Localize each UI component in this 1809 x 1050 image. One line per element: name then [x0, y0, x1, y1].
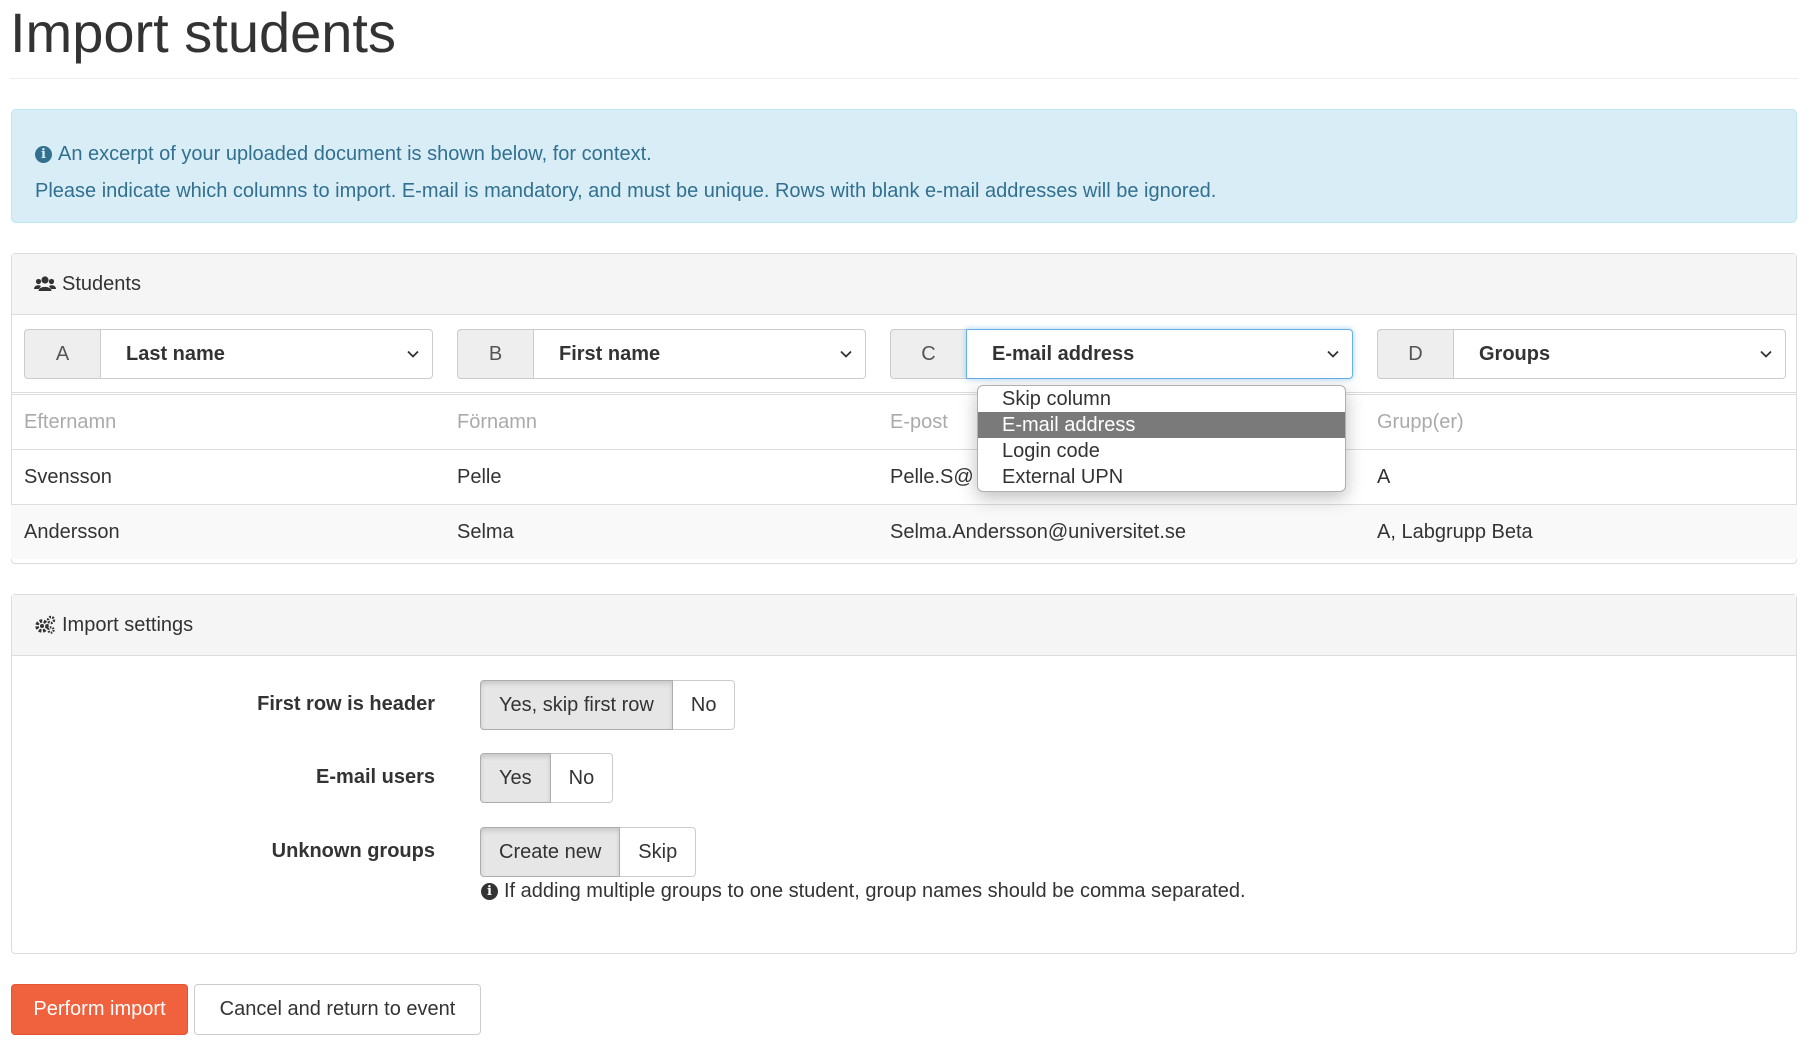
- column-letter: C: [890, 329, 966, 379]
- skip-button[interactable]: Skip: [620, 827, 697, 877]
- column-c-dropdown[interactable]: E-mail address: [966, 329, 1353, 379]
- chevron-down-icon: [407, 350, 419, 358]
- option-email-address[interactable]: E-mail address: [978, 412, 1345, 438]
- option-login-code[interactable]: Login code: [978, 438, 1345, 464]
- column-d-selector: D Groups: [1377, 329, 1786, 379]
- info-alert: i An excerpt of your uploaded document i…: [11, 109, 1797, 223]
- chevron-down-icon: [840, 350, 852, 358]
- option-skip-column[interactable]: Skip column: [978, 386, 1345, 412]
- column-b-value: First name: [559, 342, 661, 365]
- column-letter: B: [457, 329, 533, 379]
- cogs-icon: [35, 615, 56, 634]
- alert-line-1: An excerpt of your uploaded document is …: [58, 143, 652, 165]
- perform-import-button[interactable]: Perform import: [11, 984, 188, 1035]
- column-d-value: Groups: [1479, 342, 1551, 365]
- help-text: If adding multiple groups to one student…: [504, 880, 1246, 902]
- yes-skip-first-row-button[interactable]: Yes, skip first row: [480, 680, 673, 730]
- import-settings-heading: Import settings: [12, 595, 1796, 656]
- table-cell: Förnamn: [457, 411, 538, 433]
- column-a-selector: A Last name: [24, 329, 433, 379]
- groups-help-text: i If adding multiple groups to one stude…: [481, 880, 1246, 903]
- import-settings-heading-text: Import settings: [62, 613, 194, 636]
- page-title: Import students: [10, 1, 396, 64]
- create-new-button[interactable]: Create new: [480, 827, 621, 877]
- table-cell: A, Labgrupp Beta: [1377, 521, 1533, 543]
- column-d-dropdown[interactable]: Groups: [1453, 329, 1786, 379]
- column-a-dropdown[interactable]: Last name: [100, 329, 433, 379]
- table-cell: Svensson: [24, 466, 112, 488]
- column-letter: A: [24, 329, 100, 379]
- no-button[interactable]: No: [672, 680, 736, 730]
- info-icon: i: [35, 146, 52, 163]
- title-divider: [10, 78, 1798, 79]
- table-cell: Andersson: [24, 521, 120, 543]
- column-c-options-menu: Skip column E-mail address Login code Ex…: [977, 385, 1346, 492]
- table-cell: Efternamn: [24, 411, 117, 433]
- email-users-label: E-mail users: [316, 766, 435, 788]
- table-cell: Grupp(er): [1377, 411, 1464, 433]
- column-a-value: Last name: [126, 342, 225, 365]
- chevron-down-icon: [1760, 350, 1772, 358]
- table-row: Svensson Pelle Pelle.S@ A: [11, 449, 1797, 504]
- no-button[interactable]: No: [550, 753, 614, 803]
- first-row-header-label: First row is header: [257, 693, 435, 715]
- column-c-selector: C E-mail address: [890, 329, 1353, 379]
- table-row: Andersson Selma Selma.Andersson@universi…: [11, 504, 1797, 559]
- table-cell: Pelle.S@: [890, 466, 974, 488]
- column-c-value: E-mail address: [992, 342, 1135, 365]
- cancel-button[interactable]: Cancel and return to event: [194, 984, 481, 1035]
- students-panel-heading: Students: [12, 254, 1796, 315]
- info-icon: i: [481, 883, 498, 900]
- table-header-row: Efternamn Förnamn E-post Grupp(er): [11, 392, 1797, 449]
- chevron-down-icon: [1327, 350, 1339, 358]
- column-b-dropdown[interactable]: First name: [533, 329, 866, 379]
- table-cell: Pelle: [457, 466, 502, 488]
- email-users-toggle: Yes No: [480, 753, 614, 803]
- yes-button[interactable]: Yes: [480, 753, 551, 803]
- option-external-upn[interactable]: External UPN: [978, 464, 1345, 490]
- students-heading-text: Students: [62, 272, 141, 295]
- first-row-header-toggle: Yes, skip first row No: [480, 680, 736, 730]
- column-letter: D: [1377, 329, 1453, 379]
- table-cell: E-post: [890, 411, 948, 433]
- column-b-selector: B First name: [457, 329, 866, 379]
- alert-line-2: Please indicate which columns to import.…: [35, 180, 1217, 202]
- unknown-groups-label: Unknown groups: [271, 840, 435, 862]
- unknown-groups-toggle: Create new Skip: [480, 827, 697, 877]
- table-cell: Selma: [457, 521, 514, 543]
- table-cell: A: [1377, 466, 1391, 488]
- table-cell: Selma.Andersson@universitet.se: [890, 521, 1186, 543]
- users-icon: [34, 276, 56, 291]
